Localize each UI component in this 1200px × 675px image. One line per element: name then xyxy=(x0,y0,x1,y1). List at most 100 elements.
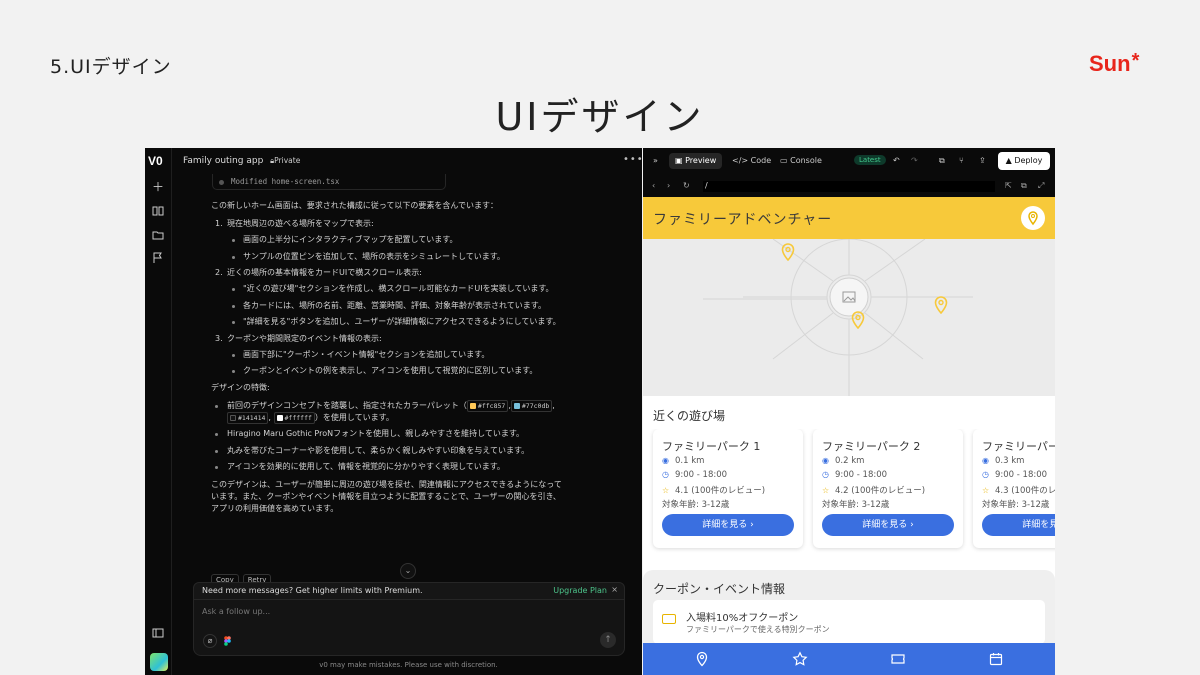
place-card[interactable]: ファミリーパーク 2 ◉ 0.2 km ◷ 9:00 - 18:00 ☆ 4.2 (1… xyxy=(813,429,963,548)
detail-item: クーポンとイベントの例を表示し、アイコンを使用して視覚的に区別しています。 xyxy=(227,365,566,377)
folder-icon[interactable] xyxy=(151,229,165,243)
upgrade-text: Need more messages? Get higher limits wi… xyxy=(202,586,423,595)
tab-console-label: Console xyxy=(790,156,822,165)
detail-button[interactable]: 詳細を見る › xyxy=(662,514,794,536)
clock-icon: ◷ xyxy=(982,470,989,479)
place-name: ファミリーパーク 3 xyxy=(982,440,1055,453)
place-age: 対象年齢: 3-12歳 xyxy=(662,500,730,510)
swatch-color xyxy=(513,402,520,409)
requirement-title: 近くの場所の基本情報をカードUIで横スクロール表示: xyxy=(227,268,422,277)
tab-code-label: Code xyxy=(750,156,772,165)
share-icon[interactable]: ⇪ xyxy=(979,156,986,165)
modified-file-chip[interactable]: Modified home-screen.tsx xyxy=(212,174,446,190)
detail-button[interactable]: 詳細を見る › xyxy=(822,514,954,536)
requirements-list: 1. 現在地周辺の遊べる場所をマップで表示: 画面の上半分にインタラクティブマッ… xyxy=(211,218,566,377)
composer-placeholder[interactable]: Ask a follow up... xyxy=(202,607,270,616)
deploy-button[interactable]: ▲ Deploy xyxy=(998,152,1050,170)
flag-icon[interactable] xyxy=(151,252,165,266)
preview-toolbar: » ▣ Preview </> Code ▭ Console Latest ↶ … xyxy=(643,148,1055,174)
place-name: ファミリーパーク 2 xyxy=(822,440,921,453)
brand-logo: Sun* xyxy=(1089,50,1139,77)
place-hours: 9:00 - 18:00 xyxy=(675,470,728,480)
coupon-card[interactable]: 入場料10%オフクーポン ファミリーパークで使える特別クーポン xyxy=(653,600,1045,644)
ticket-icon xyxy=(662,614,676,624)
deploy-label: Deploy xyxy=(1014,156,1043,165)
place-card[interactable]: ファミリーパーク 1 ◉ 0.1 km ◷ 9:00 - 18:00 ☆ 4.1 (1… xyxy=(653,429,803,548)
swatch-color xyxy=(276,414,283,421)
new-chat-icon[interactable]: ＋ xyxy=(151,180,165,194)
map-pin-icon xyxy=(1028,211,1038,226)
preview-tab-icon: ▣ xyxy=(675,156,686,165)
branch-icon[interactable]: ⑂ xyxy=(959,156,964,165)
library-icon[interactable] xyxy=(151,205,165,219)
attachment-icon[interactable]: ⌀ xyxy=(203,634,217,648)
upgrade-plan-link[interactable]: Upgrade Plan xyxy=(553,586,607,595)
project-name[interactable]: Family outing app xyxy=(183,156,263,166)
detail-item: "近くの遊び場"セクションを作成し、横スクロール可能なカードUIを実装しています… xyxy=(227,283,566,295)
nav-ticket-icon[interactable] xyxy=(890,651,906,667)
open-new-icon[interactable]: ⧉ xyxy=(1021,181,1027,191)
sidebar-toggle-icon[interactable] xyxy=(151,627,165,641)
map-pin-icon[interactable] xyxy=(781,243,795,261)
undo-icon[interactable]: ↶ xyxy=(893,156,900,165)
requirement-item: 1. 現在地周辺の遊べる場所をマップで表示: 画面の上半分にインタラクティブマッ… xyxy=(211,218,566,263)
detail-item: 画面下部に"クーポン・イベント情報"セクションを追加しています。 xyxy=(227,349,566,361)
message-composer[interactable]: Ask a follow up... ⌀ ↑ xyxy=(193,600,625,656)
back-icon[interactable]: ‹ xyxy=(652,181,655,190)
coupon-title: 入場料10%オフクーポン xyxy=(686,613,799,624)
requirement-title: クーポンや期間限定のイベント情報の表示: xyxy=(227,333,382,343)
v0-logo[interactable]: V0 xyxy=(148,154,170,168)
features-title: デザインの特徴: xyxy=(211,382,270,392)
star-icon: ☆ xyxy=(662,486,670,495)
redo-icon[interactable]: ↷ xyxy=(911,156,918,165)
detail-item: 画面の上半分にインタラクティブマップを配置しています。 xyxy=(227,234,566,246)
place-rating: 4.1 (100件のレビュー) xyxy=(675,486,766,496)
place-age: 対象年齢: 3-12歳 xyxy=(822,500,890,510)
fork-icon[interactable]: ⧉ xyxy=(939,156,945,166)
coupon-section-title: クーポン・イベント情報 xyxy=(653,582,786,596)
location-button[interactable] xyxy=(1021,206,1045,230)
refresh-icon[interactable]: ↻ xyxy=(683,181,690,190)
detail-button[interactable]: 詳細を見る › xyxy=(982,514,1055,536)
more-options-icon[interactable]: ••• xyxy=(623,154,642,165)
color-swatch: #ffffff xyxy=(273,411,315,424)
nearby-cards-scroller[interactable]: ファミリーパーク 1 ◉ 0.1 km ◷ 9:00 - 18:00 ☆ 4.1 (1… xyxy=(643,429,1055,564)
scroll-down-button[interactable]: ⌄ xyxy=(400,563,416,579)
visibility-badge[interactable]: 🔒︎Private xyxy=(270,156,300,166)
item-number: 2. xyxy=(215,268,223,277)
inspect-icon[interactable]: ⇱ xyxy=(1005,181,1012,190)
place-rating: 4.3 (100件のレビュー) xyxy=(995,486,1055,496)
map-pin-icon[interactable] xyxy=(934,296,948,314)
forward-icon[interactable]: › xyxy=(667,181,670,190)
chat-panel: V0 ＋ Family outing app 🔒︎Private ••• Mod… xyxy=(145,148,642,675)
console-icon: ▭ xyxy=(780,156,791,165)
collapse-chevrons-icon[interactable]: » xyxy=(653,156,658,165)
tab-console[interactable]: ▭ Console xyxy=(780,156,822,165)
fullscreen-icon[interactable]: ⤢ xyxy=(1038,181,1044,191)
app-header: ファミリーアドベンチャー xyxy=(643,197,1055,239)
message-summary: このデザインは、ユーザーが簡単に周辺の遊び場を探せ、関連情報にアクセスできるよう… xyxy=(211,480,562,513)
close-icon[interactable]: × xyxy=(611,585,618,594)
figma-icon[interactable] xyxy=(224,636,231,646)
map-pin-icon[interactable] xyxy=(851,311,865,329)
brand-wordmark: Sun xyxy=(1089,51,1131,76)
place-card[interactable]: ファミリーパーク 3 ◉ 0.3 km ◷ 9:00 - 18:00 ☆ 4.3 (1… xyxy=(973,429,1055,548)
nearby-section-title: 近くの遊び場 xyxy=(653,409,726,423)
slide-section-label: 5.UIデザイン xyxy=(50,56,172,78)
url-path-input[interactable]: / xyxy=(703,181,995,192)
nav-calendar-icon[interactable] xyxy=(988,651,1004,667)
send-button[interactable]: ↑ xyxy=(600,632,616,648)
upgrade-banner: Need more messages? Get higher limits wi… xyxy=(193,582,625,600)
tab-code[interactable]: </> Code xyxy=(732,156,771,165)
requirement-item: 3. クーポンや期間限定のイベント情報の表示: 画面下部に"クーポン・イベント情… xyxy=(211,333,566,378)
interactive-map[interactable] xyxy=(643,239,1055,396)
nav-star-icon[interactable] xyxy=(792,651,808,667)
chat-side-rail: V0 ＋ xyxy=(145,148,172,675)
version-badge[interactable]: Latest xyxy=(854,155,886,165)
tab-preview[interactable]: ▣ Preview xyxy=(669,153,723,169)
nav-map-pin-icon[interactable] xyxy=(694,651,710,667)
color-swatch: #77c0db xyxy=(510,399,553,412)
swatch-label: #77c0db xyxy=(521,401,550,410)
slide-title: UIデザイン xyxy=(495,95,705,139)
location-icon: ◉ xyxy=(982,456,989,465)
